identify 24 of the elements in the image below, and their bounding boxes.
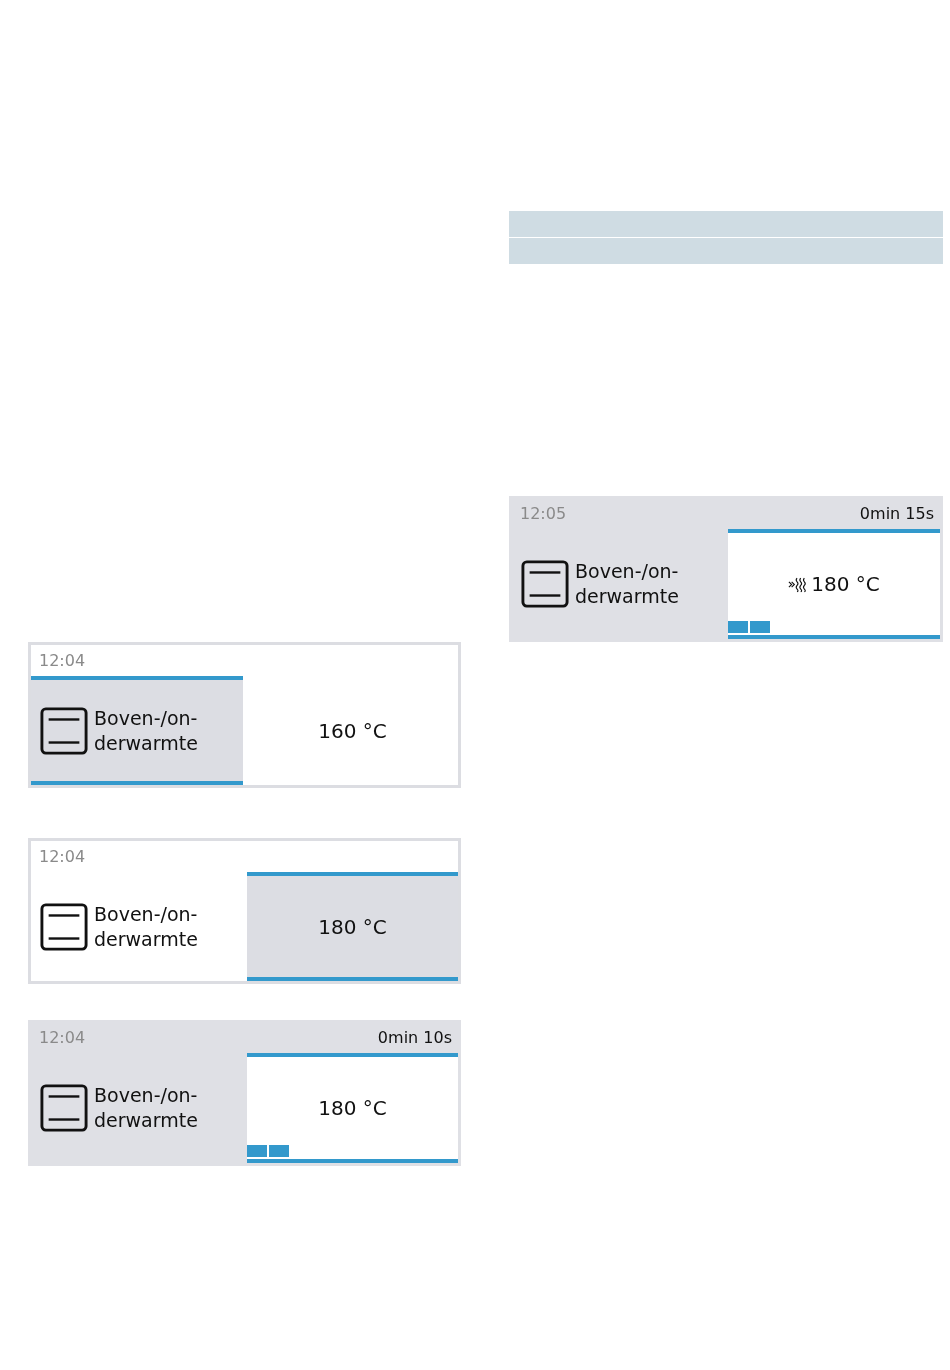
mode-panel[interactable]: Boven-/on- derwarmte bbox=[31, 676, 243, 785]
temperature-value: 180 °C bbox=[318, 1096, 387, 1120]
temperature-panel[interactable]: 180 °C bbox=[247, 1053, 458, 1163]
temperature-value: 160 °C bbox=[318, 718, 387, 743]
temperature-value: 180 °C bbox=[318, 914, 387, 939]
mode-panel[interactable]: Boven-/on- derwarmte bbox=[31, 1053, 243, 1163]
mode-label: Boven-/on- derwarmte bbox=[94, 705, 198, 756]
oven-heating-icon bbox=[40, 706, 88, 755]
clock-time: 12:04 bbox=[39, 651, 86, 670]
oven-heating-icon bbox=[40, 902, 88, 951]
clock-time: 12:05 bbox=[520, 504, 567, 523]
mode-label: Boven-/on- derwarmte bbox=[94, 1083, 198, 1133]
timer-readout: 0min 10s bbox=[377, 1028, 452, 1047]
temperature-panel[interactable]: 180 °C bbox=[728, 529, 940, 639]
clock-time: 12:04 bbox=[39, 847, 86, 866]
oven-heating-icon bbox=[521, 560, 569, 608]
mode-panel[interactable]: Boven-/on- derwarmte bbox=[512, 529, 724, 639]
temperature-panel[interactable]: 180 °C bbox=[247, 872, 458, 981]
mode-label: Boven-/on- derwarmte bbox=[94, 901, 198, 952]
temperature-value: 180 °C bbox=[811, 572, 880, 596]
clock-time: 12:04 bbox=[39, 1028, 86, 1047]
timer-readout: 0min 15s bbox=[859, 504, 934, 523]
oven-heating-icon bbox=[40, 1084, 88, 1132]
mode-label: Boven-/on- derwarmte bbox=[575, 559, 679, 609]
